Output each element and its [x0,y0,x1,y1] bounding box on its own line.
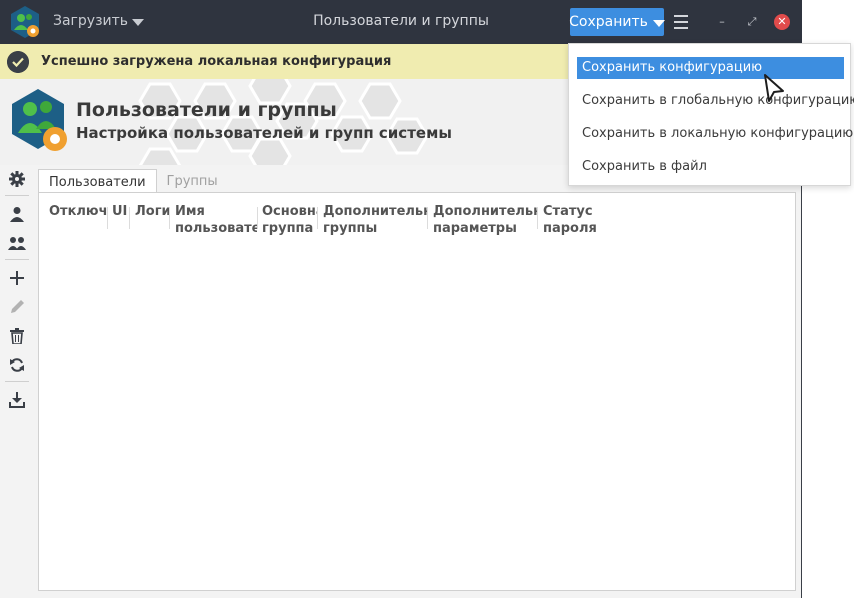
user-icon [10,207,24,222]
page-subtitle: Настройка пользователей и групп системы [76,124,452,142]
refresh-icon [10,358,24,372]
plus-icon [10,271,24,285]
groups-button[interactable] [4,230,30,256]
hexagon-pattern-decoration [138,79,429,165]
pencil-icon [11,300,24,313]
column-divider [169,207,170,229]
chevron-down-icon [132,18,145,26]
title-bar: Загрузить Пользователи и группы Сохранит… [0,0,802,44]
settings-button[interactable] [4,166,30,192]
column-divider [129,207,130,229]
column-divider [257,207,258,229]
download-button[interactable] [4,387,30,413]
column-divider [427,207,428,229]
users-groups-logo-icon [12,89,67,151]
group-icon [8,237,26,250]
chevron-down-icon [652,19,665,27]
column-divider [107,207,108,229]
column-header-password-status[interactable]: Статус пароля [543,203,623,239]
load-label: Загрузить [53,13,129,29]
maximize-button[interactable]: ⤢ [744,14,760,30]
trash-icon [10,328,24,344]
check-circle-icon [7,51,29,73]
menu-item-save-file[interactable]: Сохранить в файл [577,156,844,178]
column-header-login[interactable]: Логин [135,203,169,239]
column-header-uid[interactable]: UID [112,203,128,239]
column-divider [317,207,318,229]
tab-bar: Пользователи Группы [38,169,228,193]
save-dropdown-menu: Сохранить конфигурацию Сохранить в глоба… [568,43,854,186]
load-menu-button[interactable]: Загрузить [53,13,145,29]
close-button[interactable]: ✕ [774,14,790,30]
side-toolbar [4,166,32,416]
mouse-cursor-icon [764,74,784,102]
column-divider [537,207,538,229]
toolbar-divider [5,381,29,382]
download-icon [9,392,25,408]
add-button[interactable] [4,265,30,291]
toolbar-divider [5,259,29,260]
menu-item-save-local[interactable]: Сохранить в локальную конфигурацию [577,123,853,145]
menu-item-save-config[interactable]: Сохранить конфигурацию [577,57,844,79]
notification-text: Успешно загружена локальная конфигурация [41,54,392,69]
app-users-groups-icon [11,6,39,38]
users-button[interactable] [4,201,30,227]
refresh-button[interactable] [4,352,30,378]
gear-icon [9,171,25,187]
column-header-additional-groups[interactable]: Дополнительныегруппы [323,203,427,239]
toolbar-divider [5,195,29,196]
save-label: Сохранить [569,14,648,30]
tab-groups[interactable]: Группы [157,169,228,193]
edit-button[interactable] [4,294,30,320]
column-header-additional-params[interactable]: Дополнительныепараметры [433,203,537,239]
page-title: Пользователи и группы [76,99,337,121]
users-table: Отключен UID Логин Имяпользователя Основ… [38,192,796,591]
delete-button[interactable] [4,323,30,349]
save-menu-button[interactable]: Сохранить [569,8,665,36]
column-header-primary-group[interactable]: Основнаягруппа [262,203,317,239]
menu-item-save-global[interactable]: Сохранить в глобальную конфигурацию [577,90,854,112]
tab-users[interactable]: Пользователи [38,169,157,193]
column-header-username[interactable]: Имяпользователя [175,203,257,239]
hamburger-menu-icon[interactable] [674,15,688,29]
minimize-button[interactable]: – [714,14,730,30]
column-header-disabled[interactable]: Отключен [49,203,107,239]
